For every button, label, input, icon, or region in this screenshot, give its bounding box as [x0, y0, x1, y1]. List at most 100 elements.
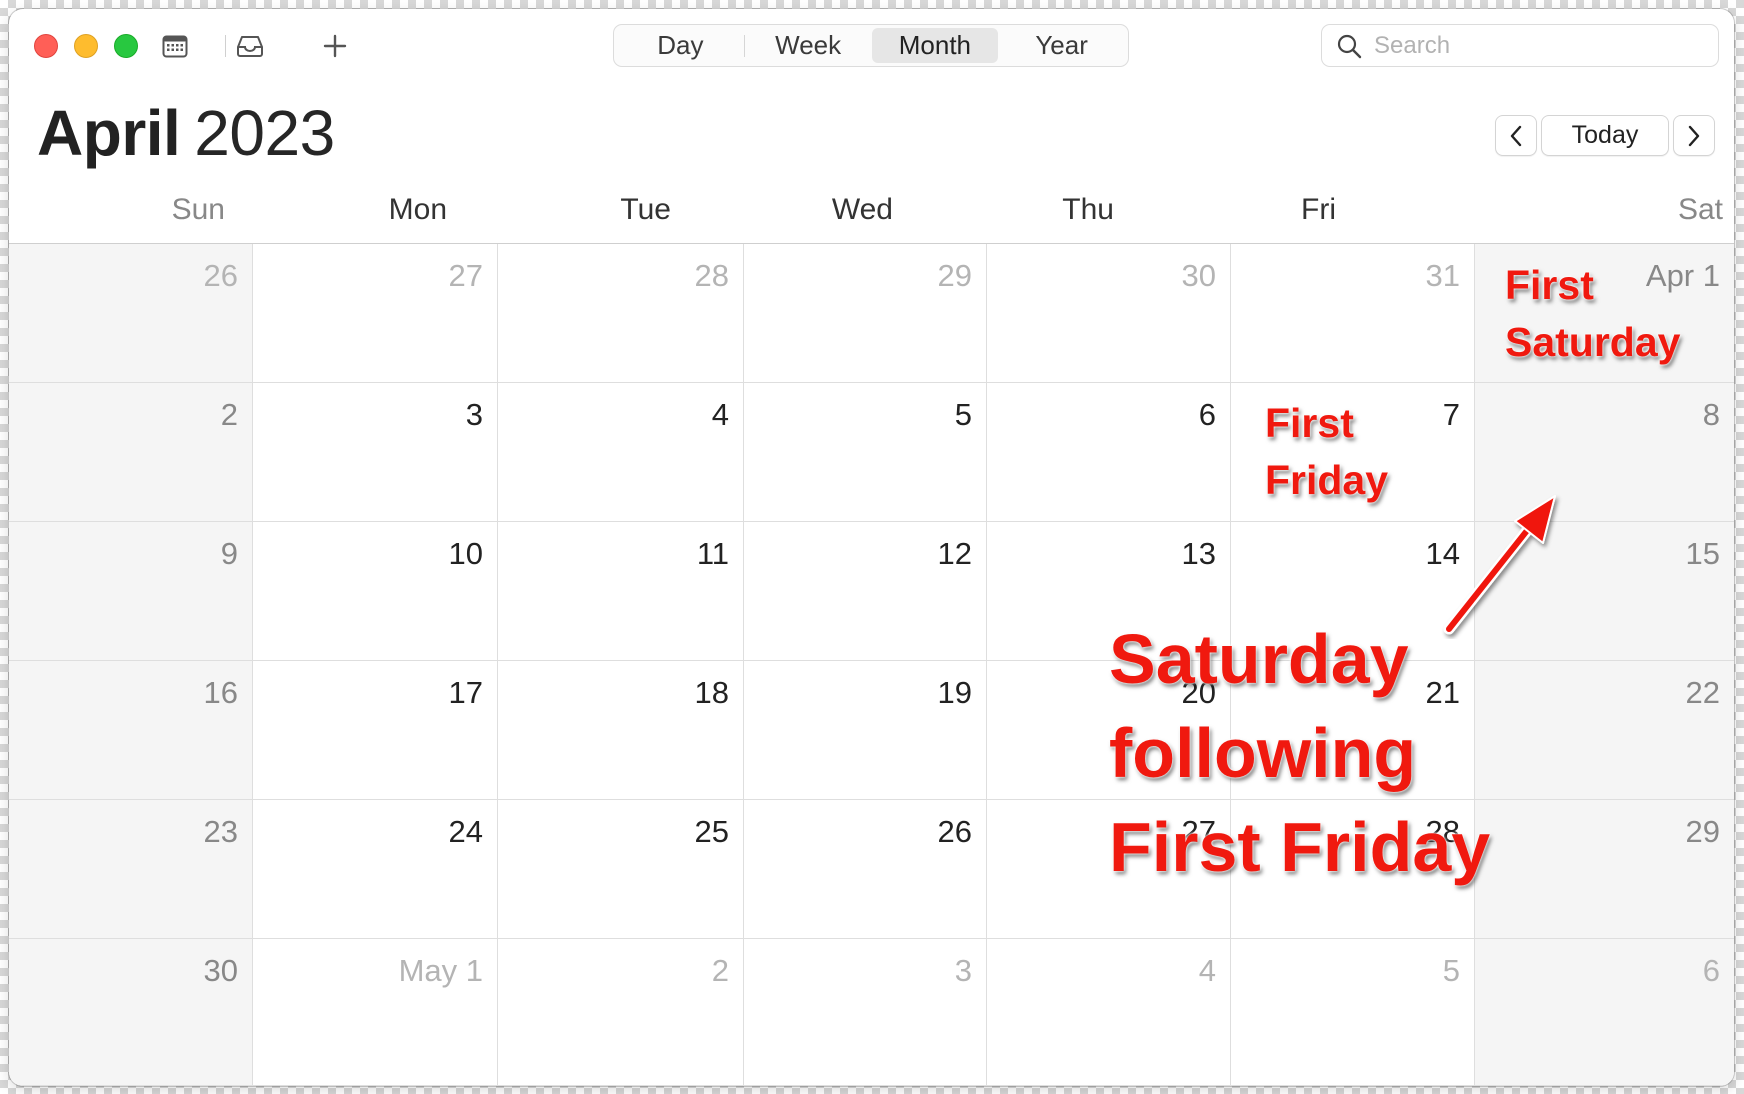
day-cell[interactable]: 30	[987, 244, 1231, 383]
day-cell[interactable]: 29	[1475, 800, 1734, 939]
search-input[interactable]: Search	[1374, 32, 1450, 60]
day-cell[interactable]: 5	[744, 383, 987, 522]
day-number: 24	[448, 814, 483, 849]
day-number: 6	[1198, 397, 1216, 432]
day-number: 2	[711, 953, 729, 988]
annotation-first-friday: First Friday	[1265, 395, 1388, 509]
day-cell[interactable]: 4	[987, 939, 1231, 1086]
day-number: 30	[203, 953, 238, 988]
day-cell[interactable]: May 1	[253, 939, 498, 1086]
close-button[interactable]	[34, 34, 58, 58]
day-number: 11	[696, 536, 729, 571]
day-cell[interactable]: 26	[744, 800, 987, 939]
day-cell[interactable]: 3	[253, 383, 498, 522]
day-cell[interactable]: 3	[744, 939, 987, 1086]
day-cell[interactable]: 2	[9, 383, 253, 522]
day-cell[interactable]: 18	[498, 661, 744, 800]
weekday-label: Wed	[831, 193, 893, 226]
tab-month[interactable]: Month	[871, 28, 999, 63]
day-number: 4	[711, 397, 729, 432]
day-number: 13	[1181, 536, 1216, 571]
day-cell[interactable]: 28	[498, 244, 744, 383]
day-number: 6	[1702, 953, 1720, 988]
day-cell[interactable]: 25	[498, 800, 744, 939]
day-cell[interactable]: 12	[744, 522, 987, 661]
day-cell[interactable]: 16	[9, 661, 253, 800]
day-number: 4	[1198, 953, 1216, 988]
day-number: 23	[203, 814, 238, 849]
previous-month-button[interactable]	[1495, 115, 1537, 156]
day-cell[interactable]: 26	[9, 244, 253, 383]
day-number: 22	[1685, 675, 1720, 710]
day-number: 25	[694, 814, 729, 849]
minimize-button[interactable]	[74, 34, 98, 58]
day-number: 26	[203, 258, 238, 293]
day-cell[interactable]: 6	[1475, 939, 1734, 1086]
annotation-arrow	[1443, 495, 1556, 635]
month-label: April	[37, 97, 181, 169]
day-cell[interactable]: 23	[9, 800, 253, 939]
day-cell[interactable]: 6	[987, 383, 1231, 522]
day-number: 12	[937, 536, 972, 571]
search-field[interactable]: Search	[1321, 24, 1719, 67]
day-number: 16	[203, 675, 238, 710]
day-cell[interactable]: 10	[253, 522, 498, 661]
day-number: 7	[1442, 397, 1460, 432]
tab-week[interactable]: Week	[745, 28, 872, 63]
day-number: 30	[1181, 258, 1216, 293]
day-cell[interactable]: 11	[498, 522, 744, 661]
weekday-label: Sat	[1677, 193, 1723, 226]
chevron-left-icon	[1510, 125, 1522, 146]
day-cell[interactable]: 27	[253, 244, 498, 383]
day-number: May 1	[398, 953, 483, 988]
inbox-icon[interactable]	[235, 31, 265, 61]
year-label: 2023	[194, 97, 335, 169]
page-title: April 2023	[37, 101, 335, 165]
calendar-icon[interactable]	[160, 31, 190, 61]
next-month-button[interactable]	[1673, 115, 1715, 156]
weekday-label: Thu	[1062, 193, 1114, 226]
day-number: 2	[220, 397, 238, 432]
day-cell[interactable]: 31	[1231, 244, 1475, 383]
day-cell[interactable]: 4	[498, 383, 744, 522]
annotation-line: Saturday	[1505, 319, 1681, 365]
day-number: 31	[1425, 258, 1460, 293]
day-cell[interactable]: 19	[744, 661, 987, 800]
toolbar-divider	[225, 35, 226, 57]
day-cell[interactable]: 22	[1475, 661, 1734, 800]
day-number: 3	[954, 953, 972, 988]
day-number: 18	[694, 675, 729, 710]
zoom-button[interactable]	[114, 34, 138, 58]
day-number: 10	[448, 536, 483, 571]
annotation-line: First	[1505, 262, 1594, 308]
day-cell[interactable]: 24	[253, 800, 498, 939]
weekday-label: Mon	[388, 193, 447, 226]
view-switcher: Day Week Month Year	[613, 24, 1129, 67]
day-number: 3	[465, 397, 483, 432]
tab-year[interactable]: Year	[998, 28, 1125, 63]
day-number: 5	[1442, 953, 1460, 988]
day-number: 19	[937, 675, 972, 710]
tab-day[interactable]: Day	[617, 28, 744, 63]
day-cell[interactable]: 17	[253, 661, 498, 800]
weekday-label: Sun	[171, 193, 225, 226]
day-number: 15	[1685, 536, 1720, 571]
annotation-line: Friday	[1265, 457, 1389, 503]
day-cell[interactable]: 2	[498, 939, 744, 1086]
day-cell[interactable]: 29	[744, 244, 987, 383]
day-number: 17	[448, 675, 483, 710]
chevron-right-icon	[1688, 125, 1700, 146]
day-number: 8	[1702, 397, 1720, 432]
annotation-line: First	[1265, 400, 1354, 446]
weekday-label: Fri	[1301, 193, 1336, 226]
plus-icon[interactable]	[320, 31, 350, 61]
day-cell[interactable]: 9	[9, 522, 253, 661]
annotation-callout: Saturday following First Friday	[1109, 612, 1490, 894]
annotation-line: following	[1109, 714, 1417, 792]
today-button[interactable]: Today	[1541, 115, 1669, 156]
day-cell[interactable]: 30	[9, 939, 253, 1086]
day-cell[interactable]: 5	[1231, 939, 1475, 1086]
day-number: 28	[694, 258, 729, 293]
weekday-label: Tue	[620, 193, 671, 226]
day-number: 29	[1685, 814, 1720, 849]
